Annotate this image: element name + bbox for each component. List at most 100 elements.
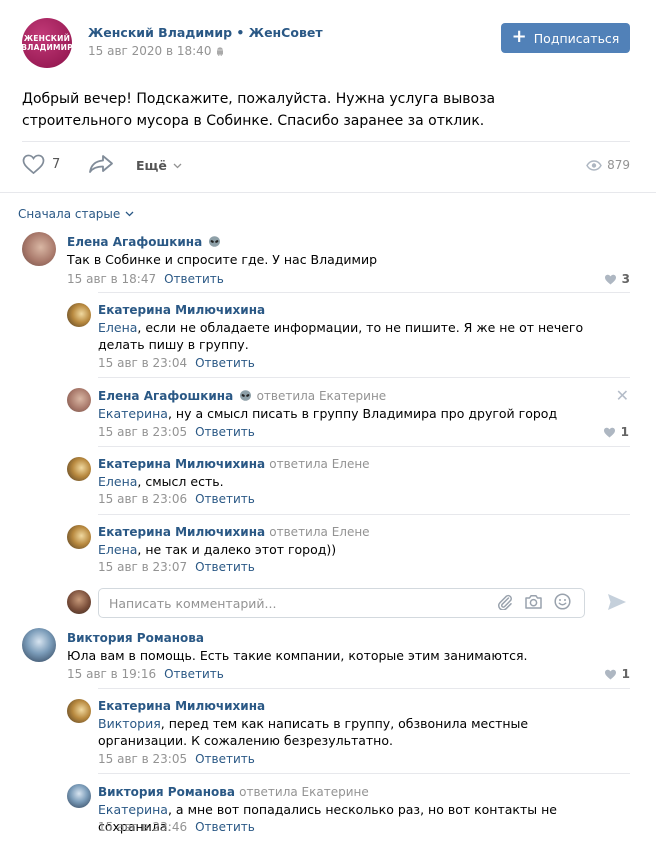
- like-count: 7: [52, 156, 61, 172]
- composer-tools: [496, 593, 571, 610]
- reply-addressee[interactable]: Елена: [98, 320, 137, 335]
- post-text: Добрый вечер! Подскажите, пожалуйста. Ну…: [22, 91, 496, 129]
- reply-button[interactable]: Ответить: [195, 560, 255, 574]
- post-date-text: 15 авг 2020 в 18:40: [88, 44, 212, 58]
- group-avatar-line-2: ВЛАДИМИР: [21, 43, 73, 52]
- comment-author[interactable]: Елена Агафошкина: [67, 235, 221, 249]
- subscribe-button[interactable]: + Подписаться: [501, 23, 630, 53]
- paperclip-icon[interactable]: [496, 593, 513, 610]
- avatar[interactable]: [67, 784, 91, 808]
- comment-text: Екатерина, ну а смысл писать в группу Вл…: [98, 405, 618, 422]
- comment-author[interactable]: Екатерина Милючихина ответила Елене: [98, 525, 370, 539]
- avatar[interactable]: [67, 457, 91, 481]
- my-avatar: [67, 590, 91, 614]
- divider: [0, 192, 656, 193]
- comment-time[interactable]: 15 авг в 23:05: [98, 752, 187, 766]
- close-icon[interactable]: ✕: [616, 386, 629, 405]
- comment-text: Юла вам в помощь. Есть такие компании, к…: [67, 647, 607, 664]
- comment-author[interactable]: Екатерина Милючихина ответила Елене: [98, 457, 370, 471]
- comment-reply: Екатерина Милючихина ответила Елене Елен…: [67, 454, 634, 509]
- share-button[interactable]: [88, 154, 114, 177]
- like-button[interactable]: 7: [22, 154, 60, 174]
- divider: [98, 514, 630, 515]
- chevron-down-icon: [125, 211, 134, 217]
- group-name-link[interactable]: Женский Владимир • ЖенСовет: [88, 25, 323, 40]
- comment-body: , смысл есть.: [137, 474, 224, 489]
- comment-like-button[interactable]: 3: [604, 272, 630, 286]
- replied-to: ответила Екатерине: [239, 785, 369, 799]
- comment-time[interactable]: 15 авг в 18:47: [67, 272, 156, 286]
- comment-body: , ну а смысл писать в группу Владимира п…: [167, 406, 558, 421]
- comment-time[interactable]: 15 авг в 19:16: [67, 667, 156, 681]
- comment-time[interactable]: 15 авг в 23:04: [98, 356, 187, 370]
- reply-addressee[interactable]: Елена: [98, 474, 137, 489]
- avatar[interactable]: [67, 699, 91, 723]
- eye-icon: [586, 159, 602, 171]
- send-icon[interactable]: [606, 591, 628, 613]
- reply-button[interactable]: Ответить: [195, 820, 255, 834]
- comment-text: Виктория, перед тем как написать в групп…: [98, 715, 598, 749]
- reply-button[interactable]: Ответить: [164, 667, 224, 681]
- reply-addressee[interactable]: Екатерина: [98, 802, 168, 817]
- comment-meta: 15 авг в 18:47 Ответить: [67, 272, 224, 286]
- comment-author[interactable]: Виктория Романова: [67, 631, 204, 645]
- sort-toggle[interactable]: Сначала старые: [18, 207, 134, 221]
- chevron-down-icon: [173, 163, 182, 169]
- reply-button[interactable]: Ответить: [195, 356, 255, 370]
- reply-button[interactable]: Ответить: [195, 752, 255, 766]
- comment-reply: Екатерина Милючихина Виктория, перед тем…: [67, 696, 634, 771]
- comment-time[interactable]: 15 авг в 23:46: [98, 820, 187, 834]
- more-label: Ещё: [136, 158, 167, 173]
- comment-body: , перед тем как написать в группу, обзво…: [98, 716, 529, 748]
- comment-time[interactable]: 15 авг в 23:07: [98, 560, 187, 574]
- comment-like-count: 1: [620, 425, 629, 439]
- avatar[interactable]: [22, 628, 56, 662]
- reply-button[interactable]: Ответить: [164, 272, 224, 286]
- divider: [98, 446, 630, 447]
- divider: [22, 141, 630, 142]
- camera-icon[interactable]: [524, 593, 543, 610]
- comment-author-name: Елена Агафошкина: [98, 389, 234, 403]
- reply-addressee[interactable]: Екатерина: [98, 406, 168, 421]
- avatar[interactable]: [67, 388, 91, 412]
- comment-author[interactable]: Екатерина Милючихина: [98, 699, 265, 713]
- divider: [98, 773, 630, 774]
- comment-like-button[interactable]: 1: [603, 425, 629, 439]
- views-count: 879: [607, 158, 630, 172]
- comment-meta: 15 авг в 23:05 Ответить: [98, 752, 255, 766]
- smile-icon[interactable]: [554, 593, 571, 610]
- more-button[interactable]: Ещё: [136, 158, 182, 173]
- comment-like-count: 3: [621, 272, 630, 286]
- comment: Елена Агафошкина Так в Собинке и спросит…: [22, 232, 634, 292]
- comment-meta: 15 авг в 23:05 Ответить: [98, 425, 255, 439]
- comment-meta: 15 авг в 23:07 Ответить: [98, 560, 255, 574]
- comment-reply: Екатерина Милючихина ответила Елене Елен…: [67, 522, 634, 577]
- avatar[interactable]: [22, 232, 56, 266]
- replied-to: ответила Екатерине: [256, 389, 387, 403]
- post-date[interactable]: 15 авг 2020 в 18:40: [88, 44, 224, 58]
- comment-meta: 15 авг в 23:46 Ответить: [98, 820, 255, 834]
- comment-meta: 15 авг в 23:04 Ответить: [98, 356, 255, 370]
- comment-like-button[interactable]: 1: [604, 667, 630, 681]
- post-page: ЖЕНСКИЙ ВЛАДИМИР Женский Владимир • ЖенС…: [0, 0, 656, 841]
- comment-time[interactable]: 15 авг в 23:06: [98, 492, 187, 506]
- group-avatar[interactable]: ЖЕНСКИЙ ВЛАДИМИР: [21, 18, 73, 68]
- comment-body: Так в Собинке и спросите где. У нас Влад…: [67, 252, 378, 267]
- comment-author-name: Екатерина Милючихина: [98, 525, 266, 539]
- comment-meta: 15 авг в 23:06 Ответить: [98, 492, 255, 506]
- reply-addressee[interactable]: Елена: [98, 542, 137, 557]
- comment-text: Елена, если не обладаете информации, то …: [98, 319, 633, 353]
- comment-author[interactable]: Екатерина Милючихина: [98, 303, 265, 317]
- comment-time[interactable]: 15 авг в 23:05: [98, 425, 187, 439]
- comment-author[interactable]: Виктория Романова ответила Екатерине: [98, 785, 369, 799]
- subscribe-label: Подписаться: [533, 30, 620, 46]
- reply-button[interactable]: Ответить: [195, 425, 255, 439]
- group-avatar-line-1: ЖЕНСКИЙ: [23, 34, 71, 43]
- avatar[interactable]: [67, 525, 91, 549]
- comment-reply: Виктория Романова ответила Екатерине Ека…: [67, 782, 634, 837]
- avatar[interactable]: [67, 303, 91, 327]
- reply-addressee[interactable]: Виктория: [98, 716, 161, 731]
- comment-body: Юла вам в помощь. Есть такие компании, к…: [67, 648, 528, 663]
- reply-button[interactable]: Ответить: [195, 492, 255, 506]
- comment-author[interactable]: Елена Агафошкина ответила Екатерине: [98, 389, 386, 403]
